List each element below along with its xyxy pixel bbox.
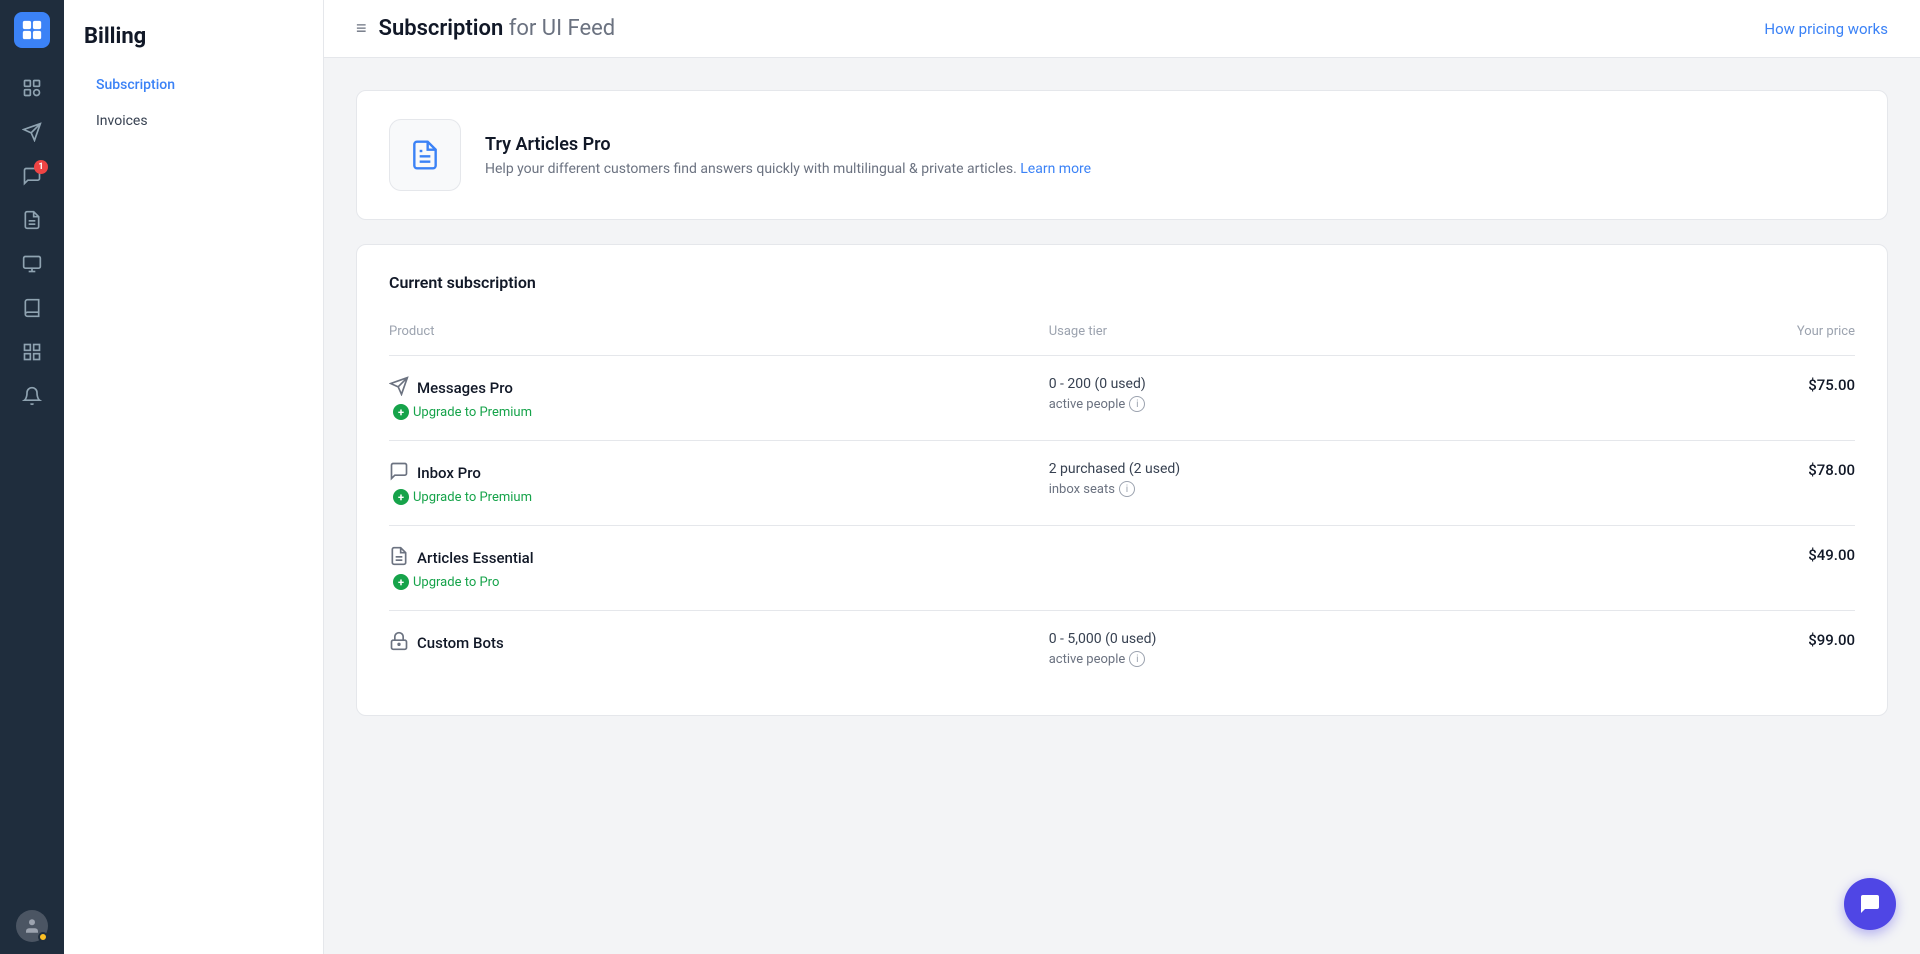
usage-tier-text: 0 - 5,000 (0 used) [1049, 631, 1562, 647]
price-cell: $99.00 [1562, 611, 1855, 688]
knowledge-nav-icon[interactable] [12, 288, 52, 328]
how-pricing-link[interactable]: How pricing works [1764, 20, 1888, 38]
sidebar: Billing Subscription Invoices [64, 0, 324, 954]
table-row: Articles Essential + Upgrade to Pro $49.… [389, 526, 1855, 611]
sidebar-item-subscription[interactable]: Subscription [84, 69, 303, 101]
user-avatar[interactable] [16, 910, 48, 942]
col-header-price: Your price [1562, 316, 1855, 356]
usage-tier-cell: 0 - 5,000 (0 used) active people i [1049, 611, 1562, 688]
sidebar-title: Billing [84, 24, 303, 49]
sidebar-item-invoices[interactable]: Invoices [84, 105, 303, 137]
promo-icon [389, 119, 461, 191]
learn-more-link[interactable]: Learn more [1020, 161, 1091, 177]
chat-bubble[interactable] [1844, 878, 1896, 930]
header-left: ≡ Subscription for UI Feed [356, 16, 615, 41]
price-cell: $78.00 [1562, 441, 1855, 526]
product-name: Articles Essential [389, 546, 1049, 570]
product-cell: Inbox Pro + Upgrade to Premium [389, 441, 1049, 526]
product-icon-0 [389, 376, 409, 400]
upgrade-plus-icon: + [393, 574, 409, 590]
col-header-usage: Usage tier [1049, 316, 1562, 356]
product-icon-1 [389, 461, 409, 485]
apps-nav-icon[interactable] [12, 332, 52, 372]
upgrade-link-0[interactable]: + Upgrade to Premium [393, 404, 1049, 420]
inbox-nav-icon[interactable]: 1 [12, 156, 52, 196]
subscription-table: Product Usage tier Your price Messages P… [389, 316, 1855, 687]
usage-tier-sub: active people i [1049, 396, 1562, 412]
product-name: Custom Bots [389, 631, 1049, 655]
col-header-product: Product [389, 316, 1049, 356]
product-icon-3 [389, 631, 409, 655]
reports-nav-icon[interactable] [12, 200, 52, 240]
product-cell-inner: Articles Essential + Upgrade to Pro [389, 546, 1049, 590]
usage-tier-cell [1049, 526, 1562, 611]
product-name: Messages Pro [389, 376, 1049, 400]
upgrade-plus-icon: + [393, 404, 409, 420]
app-logo[interactable] [14, 12, 50, 48]
product-cell: Articles Essential + Upgrade to Pro [389, 526, 1049, 611]
outbound-nav-icon[interactable] [12, 244, 52, 284]
upgrade-link-2[interactable]: + Upgrade to Pro [393, 574, 1049, 590]
product-icon-2 [389, 546, 409, 570]
promo-text: Try Articles Pro Help your different cus… [485, 134, 1091, 177]
subscription-section-title: Current subscription [389, 273, 1855, 292]
contacts-nav-icon[interactable] [12, 68, 52, 108]
subscription-card: Current subscription Product Usage tier … [356, 244, 1888, 716]
price-cell: $75.00 [1562, 356, 1855, 441]
usage-tier-cell: 0 - 200 (0 used) active people i [1049, 356, 1562, 441]
usage-tier-sub: inbox seats i [1049, 481, 1562, 497]
upgrade-plus-icon: + [393, 489, 409, 505]
sidebar-nav: Subscription Invoices [84, 69, 303, 137]
promo-banner: Try Articles Pro Help your different cus… [356, 90, 1888, 220]
product-cell: Messages Pro + Upgrade to Premium [389, 356, 1049, 441]
hamburger-icon[interactable]: ≡ [356, 18, 367, 39]
product-cell: Custom Bots [389, 611, 1049, 688]
icon-rail: 1 [0, 0, 64, 954]
page-title: Subscription for UI Feed [379, 16, 616, 41]
notifications-nav-icon[interactable] [12, 376, 52, 416]
usage-tier-cell: 2 purchased (2 used) inbox seats i [1049, 441, 1562, 526]
product-cell-inner: Messages Pro + Upgrade to Premium [389, 376, 1049, 420]
avatar-status-dot [38, 932, 48, 942]
usage-tier-sub: active people i [1049, 651, 1562, 667]
info-icon[interactable]: i [1129, 651, 1145, 667]
promo-title: Try Articles Pro [485, 134, 1091, 155]
product-cell-inner: Custom Bots [389, 631, 1049, 655]
upgrade-link-1[interactable]: + Upgrade to Premium [393, 489, 1049, 505]
main-content: ≡ Subscription for UI Feed How pricing w… [324, 0, 1920, 954]
inbox-badge: 1 [34, 160, 48, 174]
usage-tier-text: 2 purchased (2 used) [1049, 461, 1562, 477]
product-name: Inbox Pro [389, 461, 1049, 485]
promo-description: Help your different customers find answe… [485, 161, 1091, 177]
messages-nav-icon[interactable] [12, 112, 52, 152]
table-row: Messages Pro + Upgrade to Premium 0 - 20… [389, 356, 1855, 441]
table-row: Custom Bots 0 - 5,000 (0 used) active pe… [389, 611, 1855, 688]
info-icon[interactable]: i [1119, 481, 1135, 497]
info-icon[interactable]: i [1129, 396, 1145, 412]
usage-tier-text: 0 - 200 (0 used) [1049, 376, 1562, 392]
table-row: Inbox Pro + Upgrade to Premium 2 purchas… [389, 441, 1855, 526]
main-header: ≡ Subscription for UI Feed How pricing w… [324, 0, 1920, 58]
product-cell-inner: Inbox Pro + Upgrade to Premium [389, 461, 1049, 505]
content-area: Try Articles Pro Help your different cus… [324, 58, 1920, 748]
price-cell: $49.00 [1562, 526, 1855, 611]
